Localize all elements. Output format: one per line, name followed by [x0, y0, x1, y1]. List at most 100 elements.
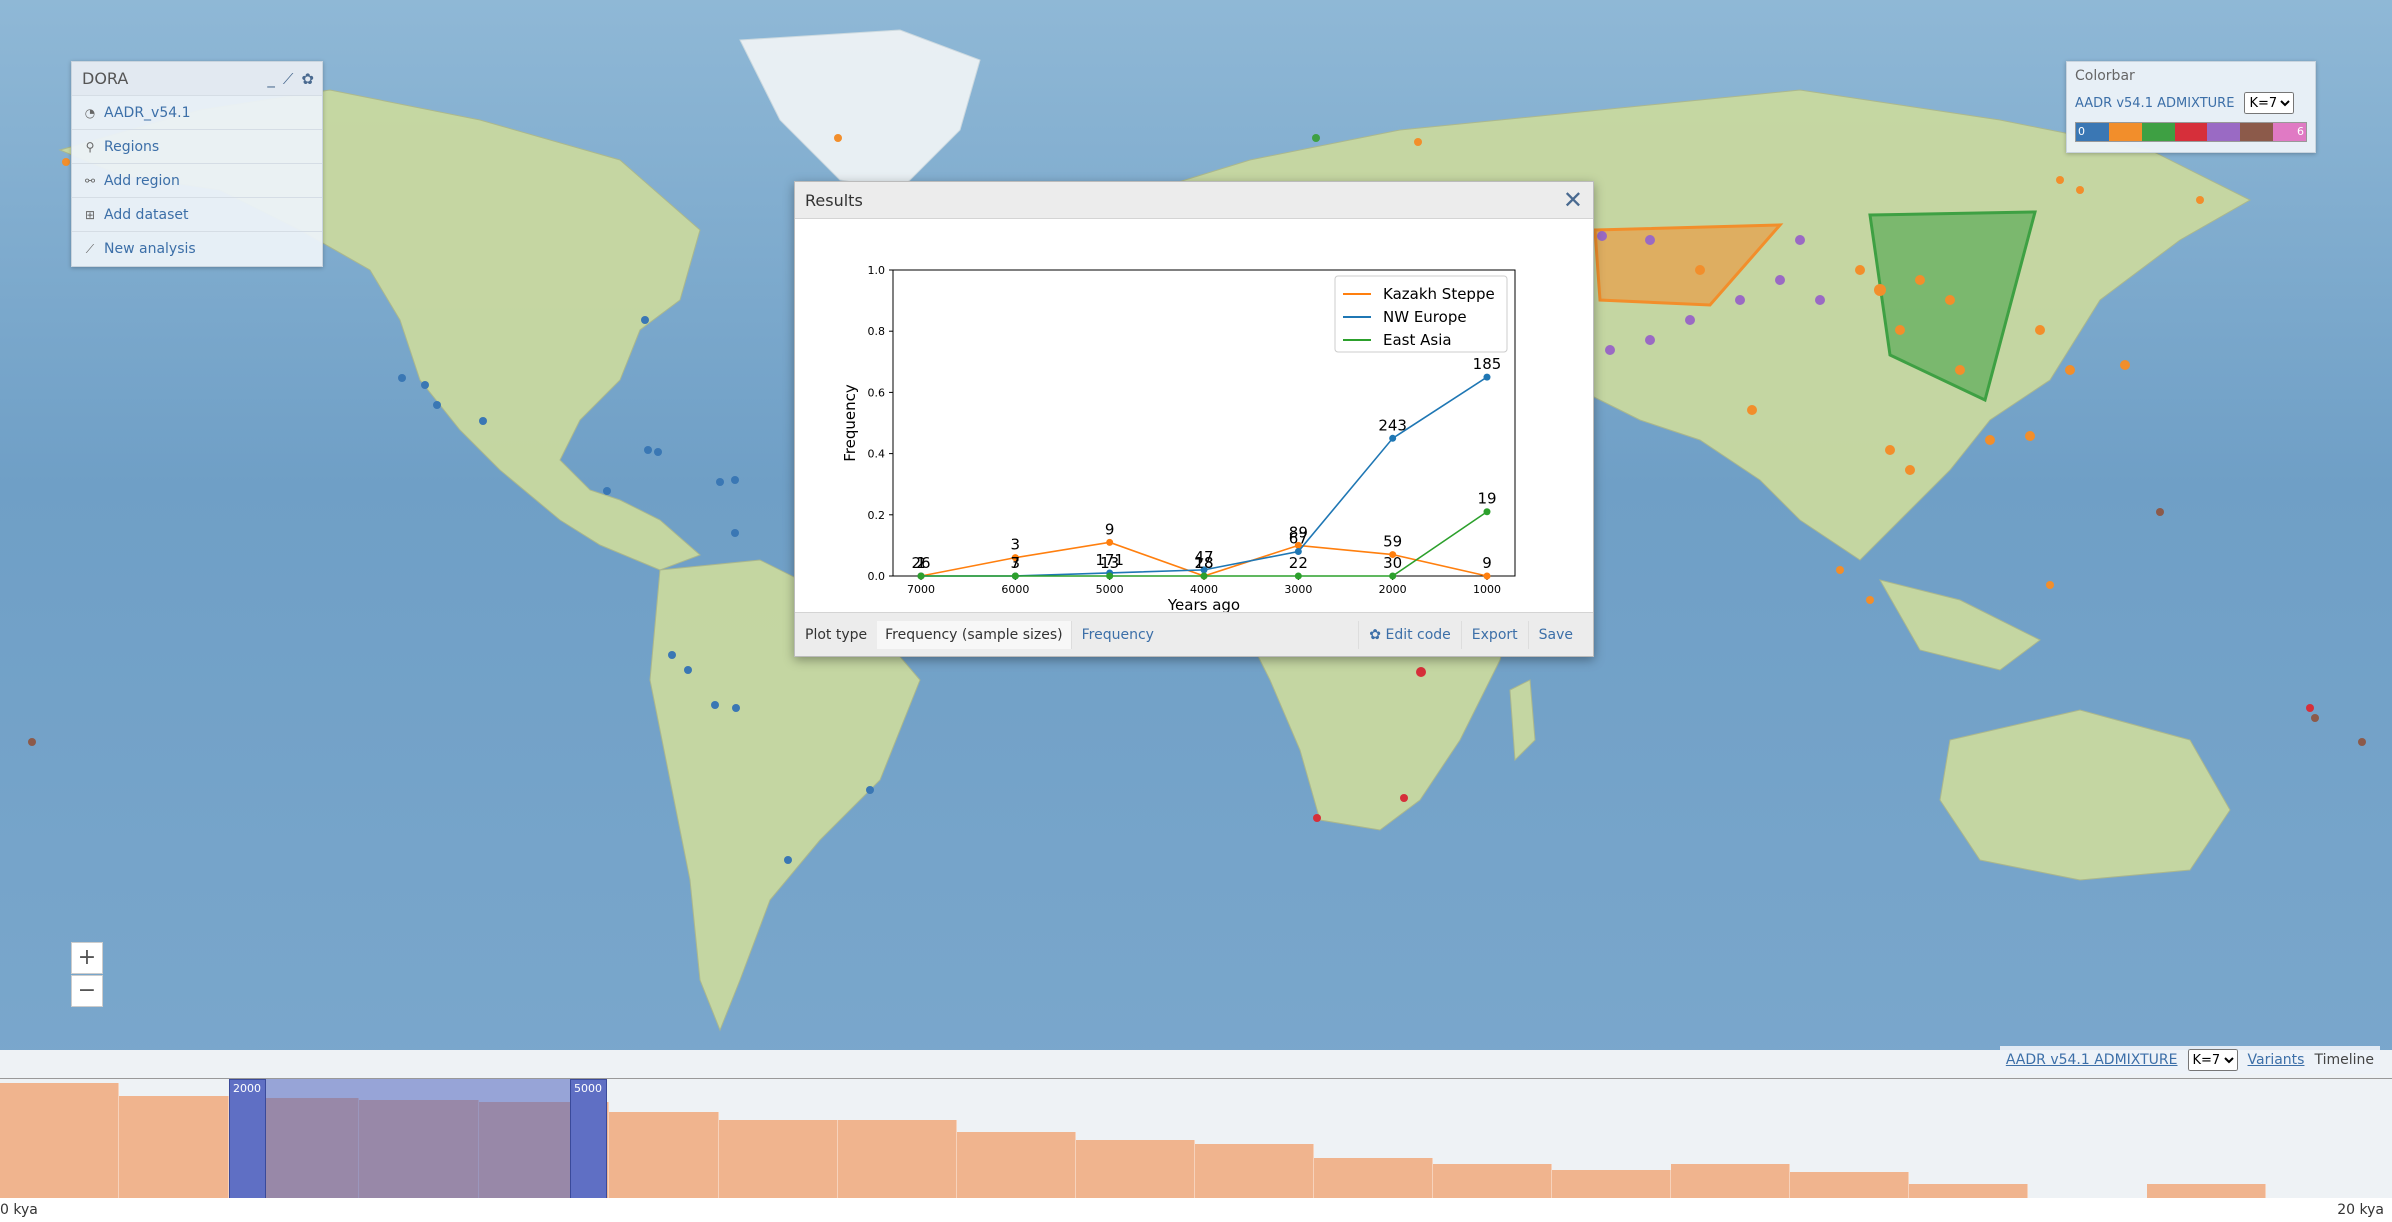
timeline-bar — [0, 1083, 119, 1198]
data-point — [1389, 434, 1397, 442]
data-point — [1106, 572, 1114, 580]
colorbar-max-label: 6 — [2297, 125, 2305, 138]
bottom-controls: AADR v54.1 ADMIXTURE K=7 Variants Timeli… — [1999, 1046, 2380, 1074]
sidebar-item-dataset[interactable]: ◔ AADR_v54.1 — [72, 96, 322, 130]
timeline-bar — [1671, 1164, 1790, 1198]
y-tick-label: 0.4 — [868, 448, 886, 461]
plot-type-option-frequency[interactable]: Frequency — [1072, 621, 1164, 649]
colorbar-k-select[interactable]: K=7 — [2244, 92, 2295, 114]
sidebar-item-label: New analysis — [104, 241, 196, 257]
timeline-bar — [1314, 1158, 1433, 1198]
timeline-end-handle[interactable]: 5000 — [570, 1079, 607, 1198]
gear-icon[interactable]: ✿ — [301, 70, 314, 88]
add-dataset-icon: ⊞ — [84, 207, 96, 222]
data-label: 59 — [1383, 533, 1402, 551]
greenland — [739, 29, 981, 191]
timeline-histogram[interactable]: 2000 5000 — [0, 1078, 2392, 1198]
y-tick-label: 0.0 — [868, 570, 886, 583]
x-tick-label: 7000 — [907, 583, 935, 596]
results-title: Results — [805, 190, 863, 210]
colorbar-min-label: 0 — [2078, 125, 2085, 138]
minimize-icon[interactable]: _ — [267, 70, 275, 88]
timeline-bar — [1433, 1164, 1552, 1198]
y-tick-label: 0.2 — [868, 509, 886, 522]
results-title-bar: Results ✕ — [795, 182, 1593, 219]
madagascar — [1509, 679, 1536, 762]
tab-variants[interactable]: Variants — [2248, 1052, 2305, 1068]
colorbar-title: Colorbar — [2075, 68, 2135, 84]
y-tick-label: 1.0 — [868, 264, 886, 277]
analysis-icon: ⟋ — [85, 241, 95, 256]
results-dialog: Results ✕ 0.0 0.2 0.4 0.6 0.8 1.0 7000 6000 5000… — [794, 181, 1594, 657]
add-region-icon: ⚯ — [84, 173, 96, 188]
colorbar-panel: Colorbar AADR v54.1 ADMIXTURE K=7 06 — [2066, 61, 2316, 153]
data-label: 1 — [916, 554, 926, 572]
x-axis-label: Years ago — [1167, 596, 1240, 612]
data-point — [1011, 572, 1019, 580]
x-tick-label: 5000 — [1096, 583, 1124, 596]
chart-icon[interactable]: ⟋ — [283, 70, 294, 88]
y-tick-label: 0.8 — [868, 325, 886, 338]
colorbar-swatch: 6 — [2273, 123, 2307, 141]
timeline-bar — [1552, 1170, 1671, 1198]
sidebar-item-regions[interactable]: ⚲ Regions — [72, 130, 322, 164]
colorbar-swatches: 06 — [2075, 122, 2307, 142]
sidebar-item-label: Add dataset — [104, 206, 189, 223]
sidebar-item-new-analysis[interactable]: ⟋ New analysis — [72, 232, 322, 266]
colorbar-swatch — [2207, 123, 2241, 141]
data-label: 18 — [1194, 554, 1213, 572]
timeline-bar — [1909, 1184, 2028, 1198]
close-icon[interactable]: ✕ — [1563, 188, 1583, 212]
x-tick-label: 1000 — [1473, 583, 1501, 596]
legend-entry: East Asia — [1383, 331, 1452, 349]
export-button[interactable]: Export — [1460, 620, 1528, 649]
results-plot: 0.0 0.2 0.4 0.6 0.8 1.0 7000 6000 5000 4000 3000 20… — [795, 220, 1593, 614]
sidebar-item-add-dataset[interactable]: ⊞ Add dataset — [72, 198, 322, 232]
data-label: 19 — [1477, 490, 1496, 508]
data-label: 13 — [1100, 554, 1119, 572]
timeline-selection[interactable] — [229, 1079, 607, 1198]
colorbar-swatch — [2141, 123, 2175, 141]
timeline-end-label: 5000 — [574, 1082, 602, 1095]
colorbar-swatch — [2174, 123, 2208, 141]
australia — [1939, 709, 2231, 881]
y-axis-label: Frequency — [841, 384, 859, 462]
bottom-k-select[interactable]: K=7 — [2187, 1049, 2238, 1071]
y-tick-label: 0.6 — [868, 386, 886, 399]
plot-type-option-sample-sizes[interactable]: Frequency (sample sizes) — [877, 620, 1072, 649]
timeline-start-label: 2000 — [233, 1082, 261, 1095]
timeline-bar — [1195, 1144, 1314, 1198]
data-label: 243 — [1378, 416, 1407, 434]
data-point — [1483, 572, 1491, 580]
colorbar-dataset-label: AADR v54.1 ADMIXTURE — [2075, 95, 2235, 111]
x-tick-label: 3000 — [1284, 583, 1312, 596]
save-button[interactable]: Save — [1527, 620, 1583, 649]
data-point — [917, 572, 925, 580]
sidebar-item-label: Regions — [104, 138, 160, 155]
timeline-bar — [1790, 1172, 1909, 1198]
data-label: 185 — [1473, 355, 1502, 373]
x-tick-label: 6000 — [1001, 583, 1029, 596]
edit-code-label: Edit code — [1385, 626, 1451, 643]
colorbar-swatch: 0 — [2076, 123, 2109, 141]
timeline-axis: 0 kya 20 kya — [0, 1198, 2392, 1222]
timeline-start-handle[interactable]: 2000 — [229, 1079, 266, 1198]
data-point — [1483, 508, 1491, 516]
sidebar-item-label: AADR_v54.1 — [104, 104, 191, 121]
timeline-bar — [119, 1096, 229, 1198]
edit-code-button[interactable]: ✿ Edit code — [1358, 620, 1461, 649]
indonesia — [1878, 579, 2041, 671]
data-point — [1483, 373, 1491, 381]
data-label: 30 — [1383, 554, 1402, 572]
tab-timeline[interactable]: Timeline — [2314, 1052, 2374, 1068]
x-tick-label: 4000 — [1190, 583, 1218, 596]
timeline-axis-end: 20 kya — [2337, 1202, 2384, 1218]
zoom-out-button[interactable]: − — [71, 975, 103, 1007]
zoom-in-button[interactable]: + — [71, 942, 103, 974]
bottom-dataset-link[interactable]: AADR v54.1 ADMIXTURE — [2006, 1052, 2178, 1068]
sidebar-item-add-region[interactable]: ⚯ Add region — [72, 164, 322, 198]
plot-type-label: Plot type — [805, 626, 868, 643]
timeline-bar — [2147, 1184, 2266, 1198]
timeline-axis-start: 0 kya — [0, 1202, 38, 1218]
data-point — [1389, 572, 1397, 580]
